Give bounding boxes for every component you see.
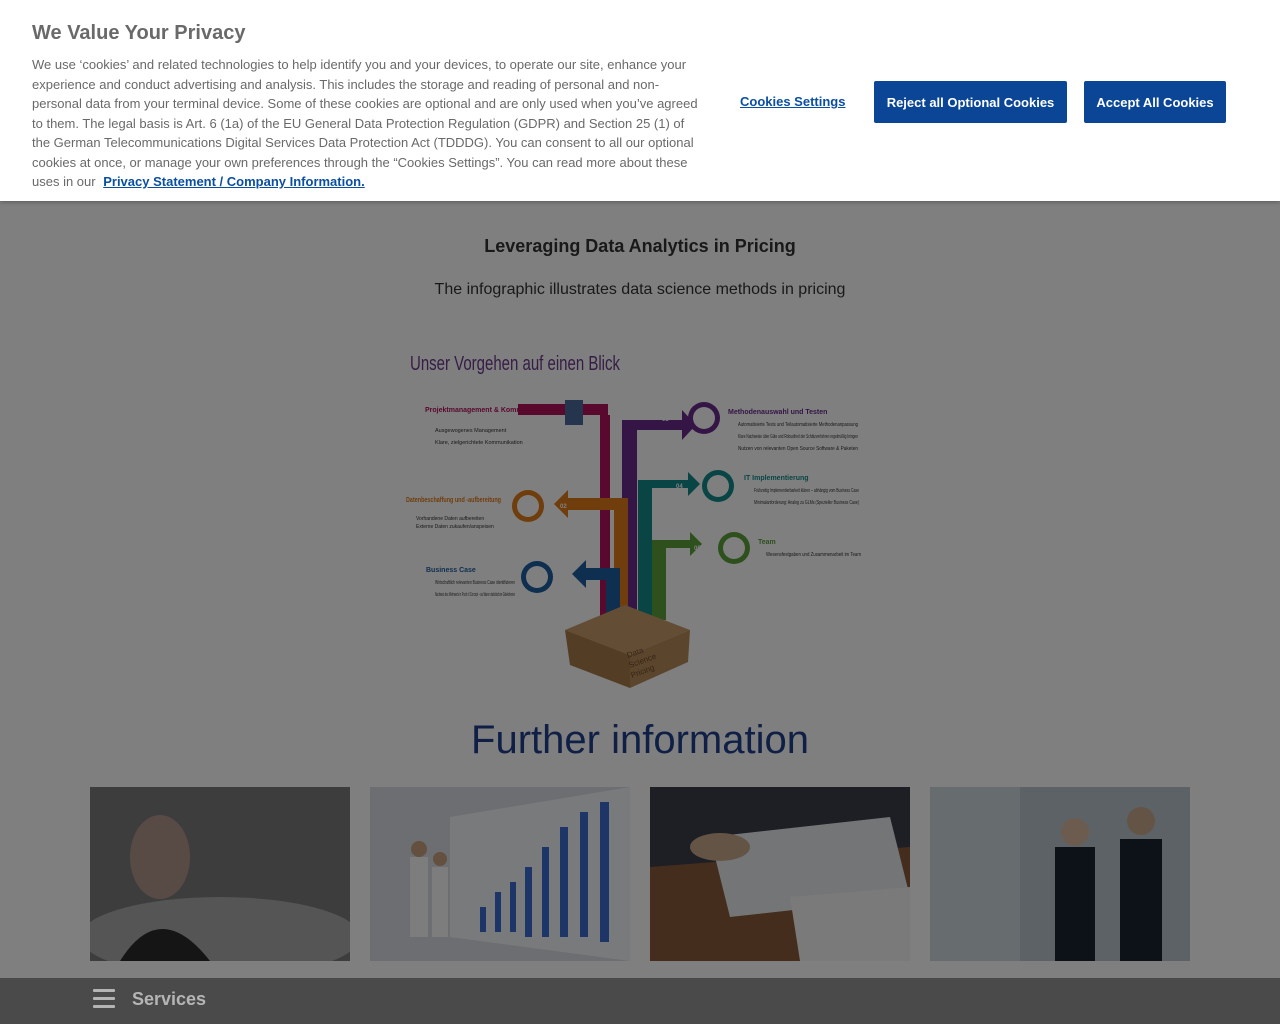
hamburger-menu-icon[interactable] xyxy=(93,989,115,1011)
step-business-item-2: Nachweis des Mehrwerts in Proof of Conce… xyxy=(435,592,515,598)
business-people-image xyxy=(930,787,1190,961)
step-business: Business Case Wirtschaftlich relevanten … xyxy=(426,567,515,598)
step-projekt-title: Projektmanagement & Kommunikation xyxy=(425,407,554,414)
step-methoden-item-2: Klare Nachweise über Güte und Robustheit… xyxy=(738,434,858,440)
step-methoden-item-3: Nutzen von relevanten Open Source Softwa… xyxy=(738,446,858,452)
privacy-statement-link[interactable]: Privacy Statement / Company Information. xyxy=(103,174,365,189)
services-label[interactable]: Services xyxy=(132,989,206,1010)
infographic: Unser Vorgehen auf einen Blick Data Scie… xyxy=(406,353,861,688)
step-it-title: IT Implementierung xyxy=(744,475,809,482)
step-num-02: 02 xyxy=(560,504,567,510)
step-team-item-1: Wesensfestgaben und Zusammenarbeit im Te… xyxy=(766,552,861,558)
step-num-03: 03 xyxy=(662,417,669,423)
cookies-settings-button[interactable]: Cookies Settings xyxy=(740,94,845,109)
cookie-banner-title: We Value Your Privacy xyxy=(32,22,246,44)
step-it-item-2: Minimalanforderung: Analog zu GLMs (Spez… xyxy=(754,500,859,506)
cookie-banner-text: We use ‘cookies’ and related technologie… xyxy=(32,55,702,192)
step-daten-title: Datenbeschaffung und -aufbereitung xyxy=(406,497,501,504)
services-bar[interactable]: Services xyxy=(0,978,1280,1024)
step-business-item-1: Wirtschaftlich relevanten Business Case … xyxy=(435,580,515,586)
step-it-item-1: Frühzeitig Implementierbarkeit klären – … xyxy=(754,488,859,494)
step-num-05: 05 xyxy=(694,546,701,552)
data-wall-image xyxy=(370,787,630,961)
step-projekt-item-1: Ausgewogenes Management xyxy=(435,428,507,434)
card-image-1[interactable] xyxy=(90,787,350,961)
step-team: Team Wesensfestgaben und Zusammenarbeit … xyxy=(758,539,861,558)
card-image-2[interactable] xyxy=(370,787,630,961)
man-portrait-image xyxy=(90,787,350,961)
step-methoden: Methodenauswahl und Testen Automatisiert… xyxy=(728,409,858,452)
step-num-04: 04 xyxy=(676,484,683,490)
card-image-3[interactable] xyxy=(650,787,910,961)
step-projekt-item-2: Klare, zielgerichtete Kommunikation xyxy=(435,440,523,446)
step-num-01: 01 xyxy=(568,576,575,582)
step-projekt: Projektmanagement & Kommunikation Ausgew… xyxy=(425,407,554,446)
step-daten-item-2: Externe Daten zukaufen/anspeisen xyxy=(416,524,494,530)
step-daten-item-1: Vorhandene Daten aufbereiten xyxy=(416,516,484,522)
step-methoden-item-1: Automatisierte Tests und Teilautomatisie… xyxy=(738,422,858,428)
step-daten: Datenbeschaffung und -aufbereitung Vorha… xyxy=(406,497,501,530)
section-title: Leveraging Data Analytics in Pricing xyxy=(484,236,796,256)
meeting-documents-image xyxy=(650,787,910,961)
section-subtitle: The infographic illustrates data science… xyxy=(434,281,846,298)
cookie-banner-body: We use ‘cookies’ and related technologie… xyxy=(32,57,698,189)
step-team-title: Team xyxy=(758,539,776,546)
infographic-heading: Unser Vorgehen auf einen Blick xyxy=(410,353,621,375)
cookie-banner: We Value Your Privacy We use ‘cookies’ a… xyxy=(0,0,1280,201)
step-it: IT Implementierung Frühzeitig Implementi… xyxy=(744,475,859,506)
further-information-heading: Further information xyxy=(471,718,809,762)
step-methoden-title: Methodenauswahl und Testen xyxy=(728,409,827,416)
card-image-4[interactable] xyxy=(930,787,1190,961)
reject-optional-cookies-button[interactable]: Reject all Optional Cookies xyxy=(874,81,1067,123)
accept-all-cookies-button[interactable]: Accept All Cookies xyxy=(1084,81,1226,123)
step-business-title: Business Case xyxy=(426,567,476,574)
